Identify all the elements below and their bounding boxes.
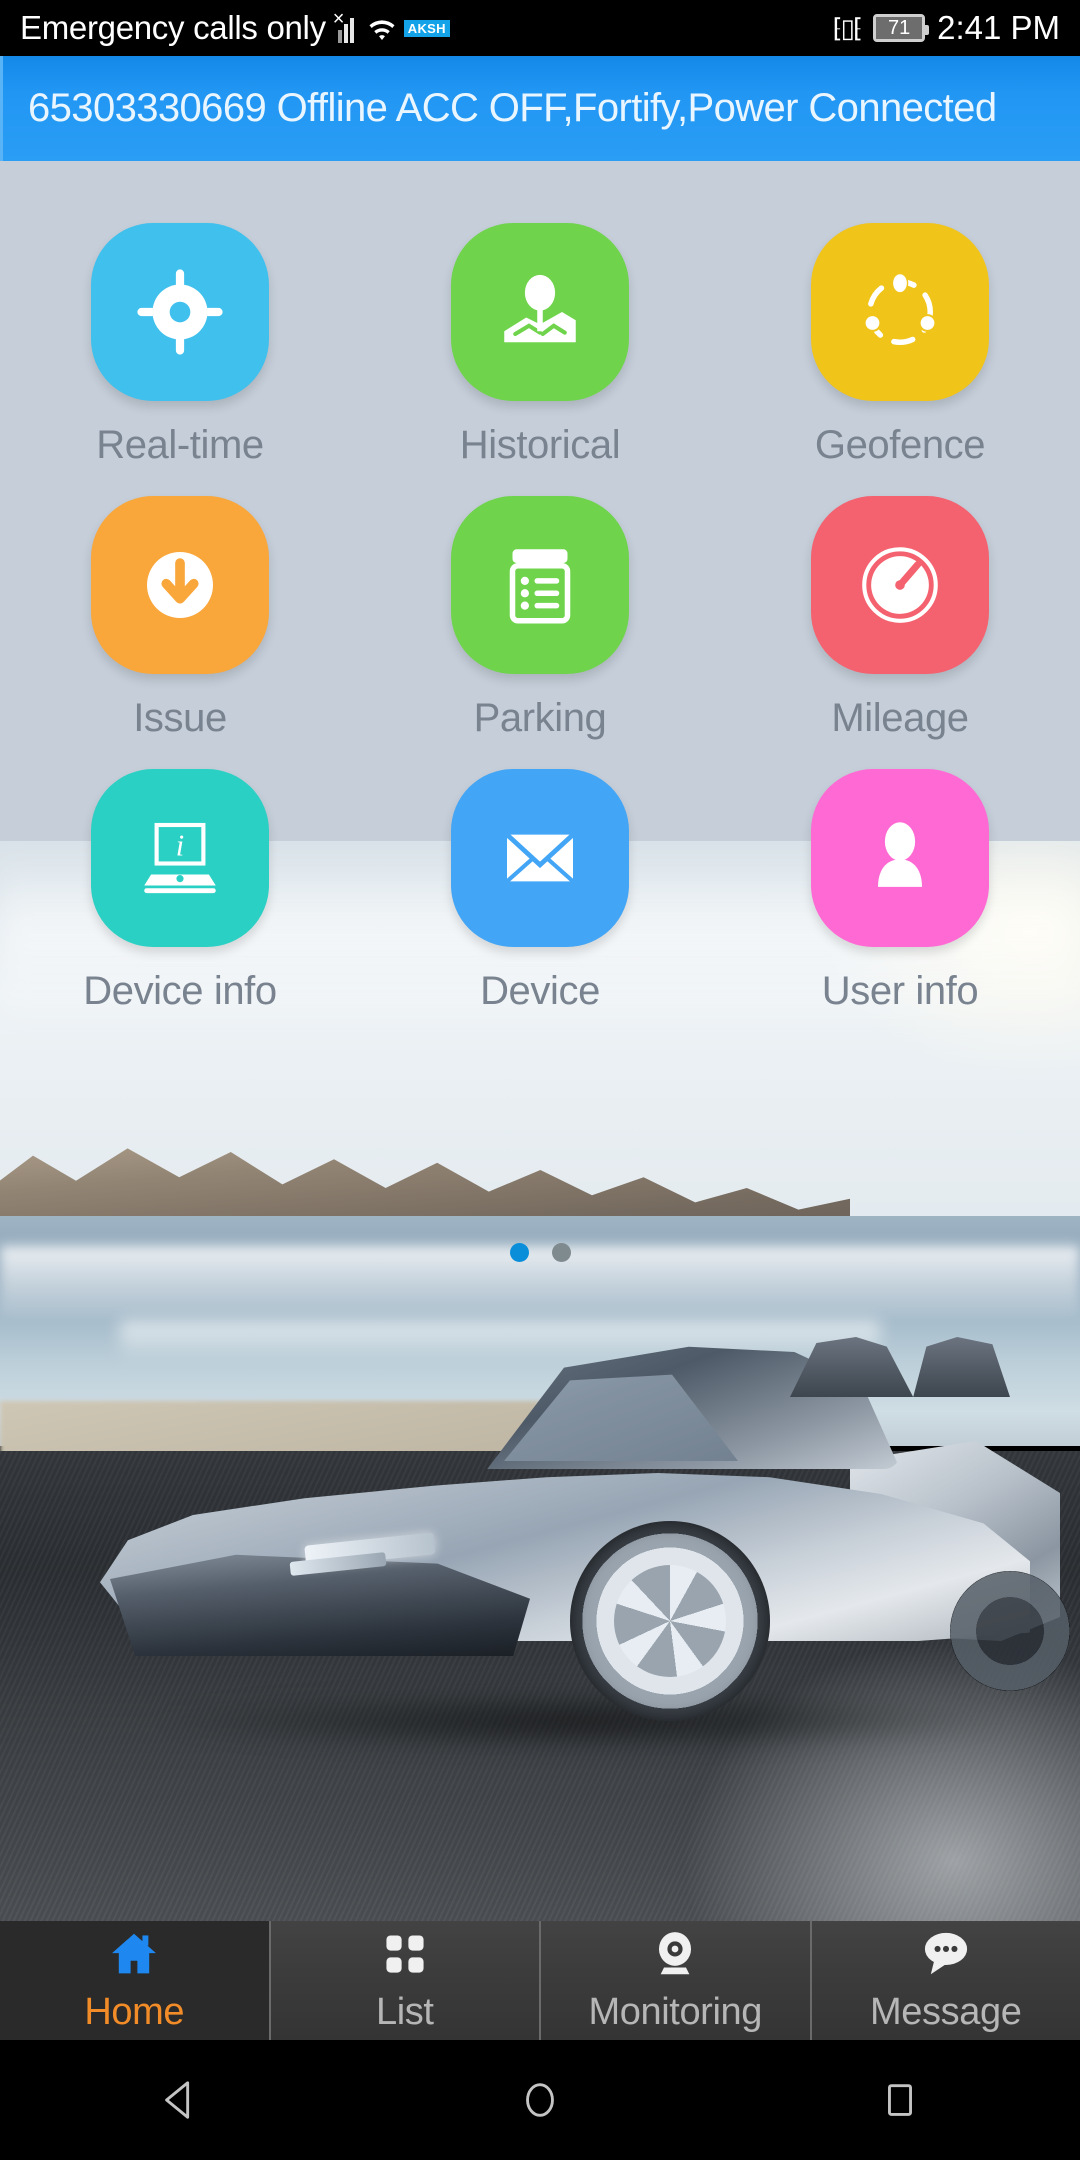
- laptop-info-icon: i: [136, 814, 224, 902]
- tab-home[interactable]: Home: [0, 1921, 271, 2040]
- home-icon: [107, 1927, 161, 1981]
- wifi-icon: [366, 14, 398, 42]
- grid-item-mileage[interactable]: Mileage: [720, 496, 1080, 769]
- tab-monitoring[interactable]: Monitoring: [541, 1921, 812, 2040]
- grid-label-device: Device: [480, 969, 600, 1013]
- vibrate-icon: ⁅▯⁅: [832, 12, 863, 43]
- tile-device-info[interactable]: i: [91, 769, 269, 947]
- tile-issue[interactable]: [91, 496, 269, 674]
- envelope-mail-icon: [496, 814, 584, 902]
- grid-row: Real-time Historical Geofence: [0, 223, 1080, 496]
- tile-parking[interactable]: [451, 496, 629, 674]
- download-arrow-circle-icon: [136, 541, 224, 629]
- grid-label-issue: Issue: [133, 696, 227, 740]
- geofence-dots-circle-icon: [856, 268, 944, 356]
- tile-geofence[interactable]: [811, 223, 989, 401]
- speedometer-icon: [856, 541, 944, 629]
- grid-item-historical[interactable]: Historical: [360, 223, 720, 496]
- phone-screen: Emergency calls only × AKSH ⁅▯⁅ 71 2:41 …: [0, 0, 1080, 2160]
- operator-badge: AKSH: [403, 19, 450, 37]
- grid-item-parking[interactable]: Parking: [360, 496, 720, 769]
- square-recents-icon[interactable]: [840, 2040, 960, 2160]
- target-crosshair-icon: [136, 268, 224, 356]
- device-status-banner[interactable]: 65303330669 Offline ACC OFF,Fortify,Powe…: [0, 56, 1080, 161]
- page-dot-active[interactable]: [509, 1243, 529, 1262]
- car-roll-bar: [790, 1337, 1010, 1397]
- grid-item-device-info[interactable]: i Device info: [0, 769, 360, 1042]
- grid-row: Issue Parking Mileage: [0, 496, 1080, 769]
- chat-bubble-icon: [919, 1927, 973, 1981]
- status-bar: Emergency calls only × AKSH ⁅▯⁅ 71 2:41 …: [0, 0, 1080, 56]
- page-indicator: [0, 1243, 1080, 1262]
- battery-level-label: 71: [876, 17, 923, 39]
- status-bar-left: Emergency calls only × AKSH: [20, 9, 450, 47]
- dashboard-icon-grid: Real-time Historical Geofence Issue Park…: [0, 161, 1080, 1042]
- car-rear-wheel: [950, 1571, 1070, 1691]
- battery-icon: 71: [873, 14, 930, 42]
- android-navigation-bar: [0, 2040, 1080, 2160]
- camera-eye-icon: [648, 1927, 702, 1981]
- page-dot[interactable]: [551, 1243, 571, 1262]
- circle-home-icon[interactable]: [480, 2040, 600, 2160]
- carrier-label: Emergency calls only: [20, 9, 326, 46]
- document-list-icon: [496, 541, 584, 629]
- svg-text:i: i: [176, 828, 184, 862]
- tile-user-info[interactable]: [811, 769, 989, 947]
- grid-item-device[interactable]: Device: [360, 769, 720, 1042]
- grid-item-real-time[interactable]: Real-time: [0, 223, 360, 496]
- map-pin-on-map-icon: [496, 268, 584, 356]
- bottom-tab-bar: Home List Monitoring Message: [0, 1921, 1080, 2040]
- device-status-text: 65303330669 Offline ACC OFF,Fortify,Powe…: [28, 86, 997, 130]
- tab-label-message: Message: [870, 1991, 1022, 2033]
- car-shadow: [150, 1691, 1010, 1751]
- tile-device[interactable]: [451, 769, 629, 947]
- tab-list[interactable]: List: [270, 1921, 541, 2040]
- grid-label-parking: Parking: [473, 696, 607, 740]
- grid-label-real-time: Real-time: [96, 423, 264, 467]
- tab-message[interactable]: Message: [811, 1921, 1080, 2040]
- grid-label-user-info: User info: [821, 969, 979, 1013]
- clock-label: 2:41 PM: [937, 9, 1060, 46]
- grid-label-mileage: Mileage: [831, 696, 969, 740]
- car-front-wheel: [570, 1521, 770, 1721]
- sports-car: [90, 1321, 1070, 1751]
- grid-label-device-info: Device info: [83, 969, 277, 1013]
- tab-label-list: List: [375, 1991, 434, 2033]
- grid-item-geofence[interactable]: Geofence: [720, 223, 1080, 496]
- tile-historical[interactable]: [451, 223, 629, 401]
- status-bar-right: ⁅▯⁅ 71 2:41 PM: [832, 9, 1060, 47]
- tab-label-home: Home: [84, 1991, 185, 2033]
- grid-squares-icon: [378, 1927, 432, 1981]
- tile-mileage[interactable]: [811, 496, 989, 674]
- signal-bars-no-service-icon: ×: [332, 9, 360, 43]
- person-user-icon: [856, 814, 944, 902]
- triangle-back-icon[interactable]: [120, 2040, 240, 2160]
- grid-label-historical: Historical: [459, 423, 621, 467]
- grid-label-geofence: Geofence: [814, 423, 986, 467]
- grid-item-issue[interactable]: Issue: [0, 496, 360, 769]
- tile-real-time[interactable]: [91, 223, 269, 401]
- tab-label-monitoring: Monitoring: [588, 1991, 763, 2033]
- grid-item-user-info[interactable]: User info: [720, 769, 1080, 1042]
- grid-row: i Device info Device User info: [0, 769, 1080, 1042]
